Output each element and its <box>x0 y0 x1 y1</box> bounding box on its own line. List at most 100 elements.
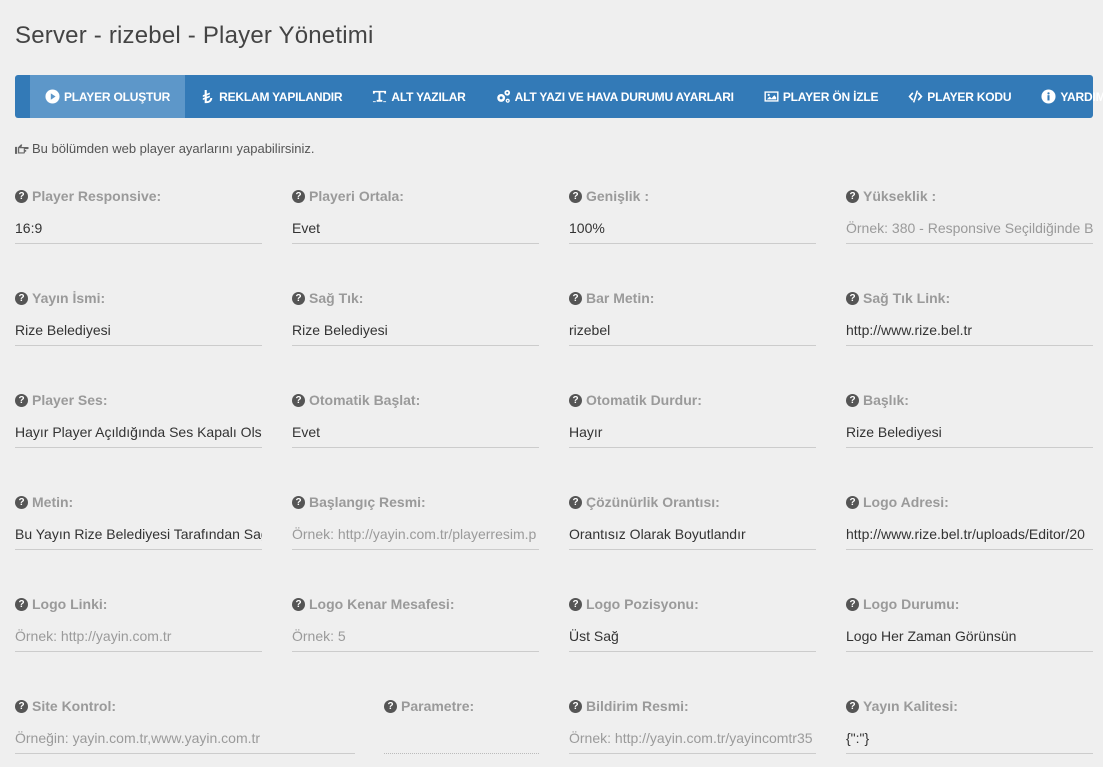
field-label: Logo Durumu: <box>863 596 960 612</box>
field-label: Sağ Tık: <box>309 290 364 306</box>
field-label: Genişlik : <box>586 188 650 204</box>
field-otomatik-baslat: ? Otomatik Başlat: Evet <box>292 391 539 448</box>
question-circle-icon: ? <box>569 189 582 203</box>
field-player-ses: ? Player Ses: Hayır Player Açıldığında Se… <box>15 391 262 448</box>
otomatik-baslat-select[interactable]: Evet <box>292 423 539 448</box>
field-yayin-kalitesi: ? Yayın Kalitesi: {":"} <box>846 697 1093 754</box>
field-metin: ? Metin: Bu Yayın Rize Belediyesi Tarafın… <box>15 493 262 550</box>
question-circle-icon: ? <box>15 291 28 305</box>
nav-label: YARDIM <box>1060 89 1103 104</box>
question-circle-icon: ? <box>292 189 305 203</box>
page-title: Server - rizebel - Player Yönetimi <box>15 22 374 49</box>
question-circle-icon: ? <box>846 393 859 407</box>
field-logo-durumu: ? Logo Durumu: Logo Her Zaman Görünsün <box>846 595 1093 652</box>
question-circle-icon: ? <box>292 393 305 407</box>
question-circle-icon: ? <box>846 495 859 509</box>
field-label: Parametre: <box>401 698 475 714</box>
field-player-responsive: ? Player Responsive: 16:9 <box>15 187 262 244</box>
field-label: Otomatik Durdur: <box>586 392 702 408</box>
field-label: Logo Kenar Mesafesi: <box>309 596 455 612</box>
sag-tik-input[interactable]: Rize Belediyesi <box>292 321 539 346</box>
field-sag-tik-link: ? Sağ Tık Link: http://www.rize.bel.tr <box>846 289 1093 346</box>
player-ses-select[interactable]: Hayır Player Açıldığında Ses Kapalı Olsu <box>15 423 262 448</box>
baslik-input[interactable]: Rize Belediyesi <box>846 423 1093 448</box>
yayin-kalitesi-input[interactable]: {":"} <box>846 729 1093 754</box>
question-circle-icon: ? <box>846 597 859 611</box>
metin-input[interactable]: Bu Yayın Rize Belediyesi Tarafından Sağ <box>15 525 262 550</box>
field-label: Logo Pozisyonu: <box>586 596 699 612</box>
nav-label: REKLAM YAPILANDIR <box>219 89 343 104</box>
nav-alt-yazilar[interactable]: ALT YAZILAR <box>357 75 480 118</box>
question-circle-icon: ? <box>569 597 582 611</box>
yukseklik-input[interactable]: Örnek: 380 - Responsive Seçildiğinde Bo <box>846 219 1093 244</box>
field-bildirim-resmi: ? Bildirim Resmi: Örnek: http://yayin.com… <box>569 697 816 754</box>
sag-tik-link-input[interactable]: http://www.rize.bel.tr <box>846 321 1093 346</box>
question-circle-icon: ? <box>846 699 859 713</box>
field-label: Logo Adresi: <box>863 494 949 510</box>
site-kontrol-input[interactable]: Örneğin: yayin.com.tr,www.yayin.com.tr <box>15 729 355 754</box>
genislik-input[interactable]: 100% <box>569 219 816 244</box>
bar-metin-input[interactable]: rizebel <box>569 321 816 346</box>
logo-kenar-mesafesi-input[interactable]: Örnek: 5 <box>292 627 539 652</box>
question-circle-icon: ? <box>15 699 28 713</box>
field-baslangic-resmi: ? Başlangıç Resmi: Örnek: http://yayin.co… <box>292 493 539 550</box>
playeri-ortala-select[interactable]: Evet <box>292 219 539 244</box>
field-label: Başlık: <box>863 392 909 408</box>
question-circle-icon: ? <box>292 495 305 509</box>
question-circle-icon: ? <box>15 597 28 611</box>
field-baslik: ? Başlık: Rize Belediyesi <box>846 391 1093 448</box>
baslangic-resmi-input[interactable]: Örnek: http://yayin.com.tr/playerresim.p <box>292 525 539 550</box>
question-circle-icon: ? <box>569 495 582 509</box>
main-nav: PLAYER OLUŞTUR REKLAM YAPILANDIR ALT YAZ… <box>15 75 1103 118</box>
bildirim-resmi-input[interactable]: Örnek: http://yayin.com.tr/yayincomtr35 <box>569 729 816 754</box>
field-playeri-ortala: ? Playeri Ortala: Evet <box>292 187 539 244</box>
nav-player-kodu[interactable]: PLAYER KODU <box>893 75 1026 118</box>
nav-label: PLAYER KODU <box>927 89 1012 104</box>
nav-reklam-yapilandir[interactable]: REKLAM YAPILANDIR <box>185 75 357 118</box>
nav-player-olustur[interactable]: PLAYER OLUŞTUR <box>30 75 186 118</box>
question-circle-icon: ? <box>846 291 859 305</box>
cogs-icon <box>496 89 510 103</box>
nav-yardim[interactable]: YARDIM <box>1026 75 1103 118</box>
text-height-icon <box>373 90 387 103</box>
logo-pozisyonu-select[interactable]: Üst Sağ <box>569 627 816 652</box>
play-circle-icon <box>45 89 60 104</box>
field-label: Yayın İsmi: <box>32 290 106 306</box>
hand-pointer-icon <box>15 143 29 154</box>
question-circle-icon: ? <box>569 393 582 407</box>
logo-durumu-select[interactable]: Logo Her Zaman Görünsün <box>846 627 1093 652</box>
otomatik-durdur-select[interactable]: Hayır <box>569 423 816 448</box>
field-label: Yayın Kalitesi: <box>863 698 958 714</box>
field-genislik: ? Genişlik : 100% <box>569 187 816 244</box>
field-label: Logo Linki: <box>32 596 108 612</box>
field-label: Playeri Ortala: <box>309 188 404 204</box>
question-circle-icon: ? <box>846 189 859 203</box>
field-label: Player Responsive: <box>32 188 162 204</box>
nav-player-on-izle[interactable]: PLAYER ÖN İZLE <box>749 75 893 118</box>
question-circle-icon: ? <box>15 189 28 203</box>
field-logo-kenar-mesafesi: ? Logo Kenar Mesafesi: Örnek: 5 <box>292 595 539 652</box>
field-logo-pozisyonu: ? Logo Pozisyonu: Üst Sağ <box>569 595 816 652</box>
question-circle-icon: ? <box>292 291 305 305</box>
question-circle-icon: ? <box>569 699 582 713</box>
nav-label: PLAYER ÖN İZLE <box>782 89 879 104</box>
logo-adresi-input[interactable]: http://www.rize.bel.tr/uploads/Editor/20 <box>846 525 1093 550</box>
info-text-label: Bu bölümden web player ayarlarını yapabi… <box>32 141 315 156</box>
nav-alt-yazi-hava-durumu[interactable]: ALT YAZI VE HAVA DURUMU AYARLARI <box>481 75 749 118</box>
field-label: Player Ses: <box>32 392 108 408</box>
question-circle-icon: ? <box>384 699 397 713</box>
field-sag-tik: ? Sağ Tık: Rize Belediyesi <box>292 289 539 346</box>
yayin-ismi-input[interactable]: Rize Belediyesi <box>15 321 262 346</box>
field-label: Site Kontrol: <box>32 698 116 714</box>
player-responsive-select[interactable]: 16:9 <box>15 219 262 244</box>
question-circle-icon: ? <box>569 291 582 305</box>
cozunurlik-orantisi-select[interactable]: Orantısız Olarak Boyutlandır <box>569 525 816 550</box>
question-circle-icon: ? <box>292 597 305 611</box>
field-logo-adresi: ? Logo Adresi: http://www.rize.bel.tr/upl… <box>846 493 1093 550</box>
field-label: Metin: <box>32 494 74 510</box>
nav-label: PLAYER OLUŞTUR <box>64 89 171 104</box>
logo-linki-input[interactable]: Örnek: http://yayin.com.tr <box>15 627 262 652</box>
parametre-input[interactable] <box>384 729 539 754</box>
question-circle-icon: ? <box>15 495 28 509</box>
field-site-kontrol: ? Site Kontrol: Örneğin: yayin.com.tr,www… <box>15 697 355 754</box>
